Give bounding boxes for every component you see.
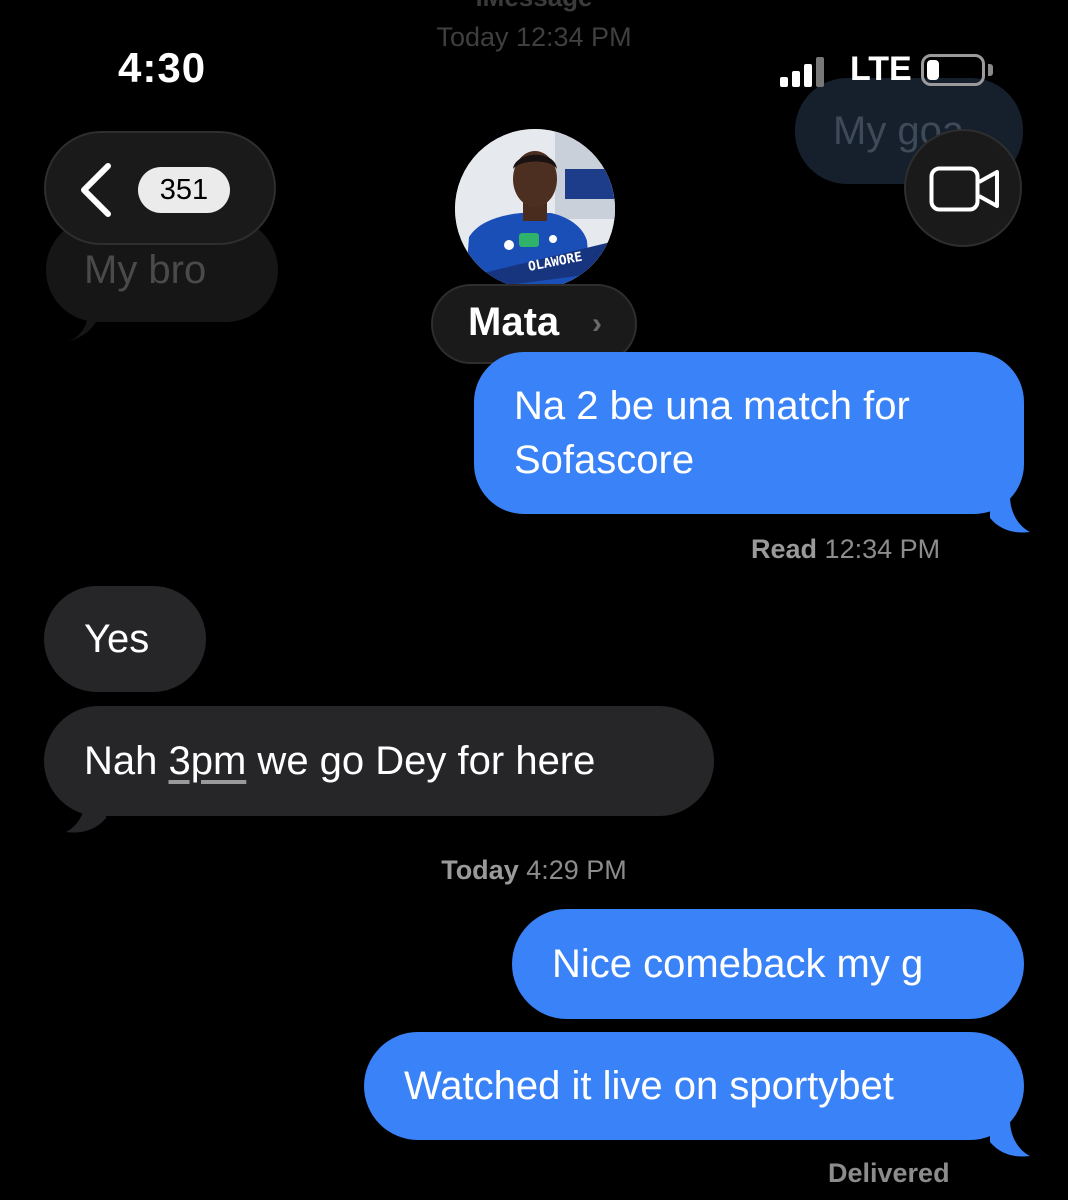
message-text: Watched it live on sportybet: [404, 1064, 894, 1108]
bubble-tail: [990, 1120, 1030, 1157]
battery-cap: [988, 64, 993, 76]
chevron-right-icon[interactable]: ›: [592, 307, 602, 341]
timestamp-day: Today: [441, 855, 519, 885]
bubble-tail: [66, 796, 106, 833]
message-text: Yes: [84, 617, 150, 661]
avatar[interactable]: OLAWORE: [455, 129, 615, 289]
message-bubble-incoming[interactable]: Nah 3pm we go Dey for here: [44, 706, 714, 816]
message-line: Na 2 be una match for: [514, 384, 910, 428]
delivered-status: Delivered: [828, 1158, 950, 1188]
message-bubble-outgoing[interactable]: Na 2 be una match for Sofascore: [474, 352, 1024, 514]
read-receipt-time: 12:34 PM: [824, 534, 941, 564]
chevron-left-icon[interactable]: [76, 162, 116, 218]
ghost-bubble-tail: [66, 302, 102, 342]
timestamp: Today 4:29 PM: [0, 855, 1068, 886]
avatar-photo: OLAWORE: [455, 129, 615, 289]
contact-name[interactable]: Mata: [468, 300, 559, 345]
battery-icon: [921, 54, 985, 86]
unread-count-badge[interactable]: 351: [138, 167, 230, 213]
ghost-service-label: iMessage: [0, 0, 1068, 13]
bubble-tail: [990, 496, 1030, 533]
network-label: LTE: [850, 50, 912, 88]
message-text: we go Dey for here: [246, 739, 596, 783]
read-receipt: Read 12:34 PM: [751, 534, 940, 565]
message-line: Sofascore: [514, 438, 695, 482]
message-bubble-outgoing[interactable]: Nice comeback my g: [512, 909, 1024, 1019]
status-time: 4:30: [118, 44, 207, 91]
message-bubble-incoming[interactable]: Yes: [44, 586, 206, 692]
signal-bars-icon: [780, 55, 824, 87]
read-receipt-status: Read: [751, 534, 818, 564]
time-link[interactable]: 3pm: [169, 739, 247, 783]
message-text: Nice comeback my g: [552, 942, 924, 986]
video-camera-icon[interactable]: [929, 166, 1001, 212]
message-text: Nah: [84, 739, 169, 783]
timestamp-time: 4:29 PM: [526, 855, 627, 885]
message-bubble-outgoing[interactable]: Watched it live on sportybet: [364, 1032, 1024, 1140]
